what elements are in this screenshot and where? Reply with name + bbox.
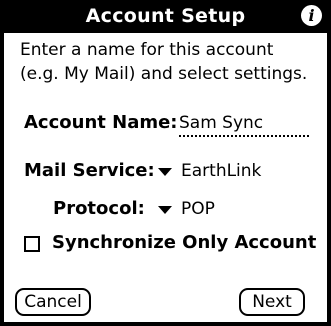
cancel-button[interactable]: Cancel xyxy=(15,288,91,316)
mail-service-dropdown-icon[interactable] xyxy=(158,168,172,176)
next-button[interactable]: Next xyxy=(239,288,305,316)
instructions-line-1: Enter a name for this account xyxy=(20,40,274,60)
frame-border-left xyxy=(0,33,4,326)
frame-border-bottom xyxy=(0,322,331,326)
instructions-line-2: (e.g. My Mail) and select settings. xyxy=(20,64,308,84)
account-name-field[interactable]: Sam Sync xyxy=(179,113,309,137)
account-name-label: Account Name: xyxy=(24,112,178,133)
info-icon[interactable]: i xyxy=(301,5,322,26)
protocol-dropdown-icon[interactable] xyxy=(158,206,172,214)
protocol-select[interactable]: POP xyxy=(181,199,215,219)
mail-service-select[interactable]: EarthLink xyxy=(181,161,261,181)
account-setup-screen: Account Setup i Enter a name for this ac… xyxy=(0,0,331,326)
sync-only-checkbox[interactable] xyxy=(24,236,40,252)
sync-only-label[interactable]: Synchronize Only Account xyxy=(52,232,316,253)
protocol-label: Protocol: xyxy=(53,198,145,219)
instructions-text: Enter a name for this account (e.g. My M… xyxy=(20,38,320,86)
frame-border-right xyxy=(327,33,331,326)
title-bar: Account Setup i xyxy=(0,0,331,33)
page-title: Account Setup xyxy=(85,5,246,27)
mail-service-label: Mail Service: xyxy=(24,160,155,181)
